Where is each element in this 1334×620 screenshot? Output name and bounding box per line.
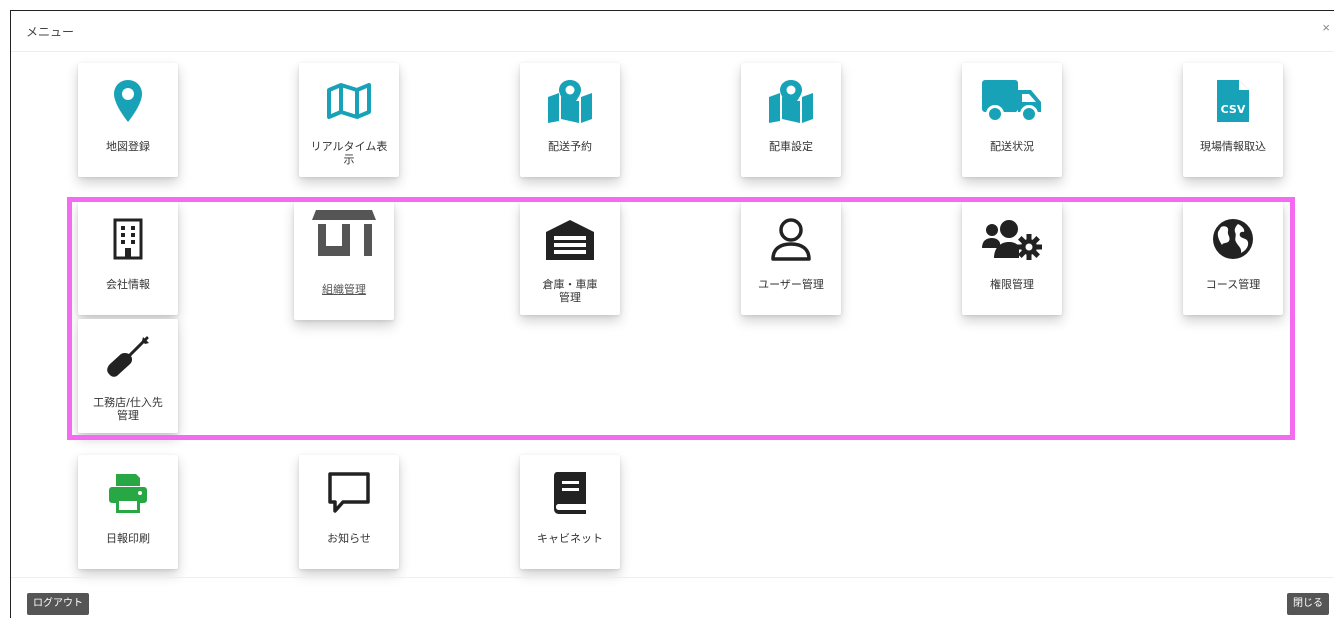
- printer-icon: [78, 469, 178, 517]
- tile-delivery-status[interactable]: 配送状況: [962, 63, 1062, 177]
- tile-site-import[interactable]: CSV 現場情報取込: [1183, 63, 1283, 177]
- tile-label: コース管理: [1205, 278, 1261, 291]
- truck-icon: [962, 77, 1062, 125]
- tile-organization[interactable]: 組織管理: [294, 201, 394, 320]
- logout-button[interactable]: ログアウト: [27, 593, 89, 615]
- modal-header: メニュー ×: [11, 11, 1334, 52]
- tile-label: 会社情報: [106, 278, 150, 291]
- close-button[interactable]: 閉じる: [1287, 593, 1329, 615]
- modal-footer: ログアウト 閉じる: [11, 577, 1334, 620]
- tile-label: 倉庫・車庫 管理: [542, 278, 598, 304]
- screwdriver-icon: [78, 333, 178, 381]
- tile-label: 地図登録: [106, 140, 150, 153]
- csv-file-icon: CSV: [1183, 77, 1283, 125]
- modal-title: メニュー: [26, 25, 75, 39]
- tile-contractor[interactable]: 工務店/仕入先 管理: [78, 319, 178, 433]
- close-icon[interactable]: ×: [1322, 21, 1330, 34]
- map-location-icon: [520, 77, 620, 125]
- tile-user-mgmt[interactable]: ユーザー管理: [741, 201, 841, 315]
- tile-permission[interactable]: 権限管理: [962, 201, 1062, 315]
- tile-warehouse[interactable]: 倉庫・車庫 管理: [520, 201, 620, 315]
- tile-label: 現場情報取込: [1200, 140, 1266, 153]
- map-location-icon: [741, 77, 841, 125]
- tile-label: 日報印刷: [106, 532, 150, 545]
- map-icon: [299, 77, 399, 125]
- user-icon: [741, 215, 841, 263]
- users-cog-icon: [962, 215, 1062, 263]
- tile-daily-report[interactable]: 日報印刷: [78, 455, 178, 569]
- menu-modal: メニュー × 地図登録 リアルタイム表 示 配送予約 配車設定 配送状況 CSV…: [10, 10, 1334, 618]
- tile-label: 配送状況: [990, 140, 1034, 153]
- tile-delivery-reservation[interactable]: 配送予約: [520, 63, 620, 177]
- building-icon: [78, 215, 178, 263]
- tile-label: 配車設定: [769, 140, 813, 153]
- store-icon: [294, 209, 394, 257]
- tile-label: リアルタイム表 示: [310, 140, 388, 166]
- tile-company-info[interactable]: 会社情報: [78, 201, 178, 315]
- tile-label: 組織管理: [322, 283, 366, 296]
- tile-vehicle-settings[interactable]: 配車設定: [741, 63, 841, 177]
- message-square-icon: [299, 469, 399, 517]
- tile-label: お知らせ: [327, 532, 371, 545]
- globe-icon: [1183, 215, 1283, 263]
- csv-badge: CSV: [1221, 103, 1246, 116]
- tile-label: キャビネット: [537, 532, 603, 545]
- tile-label: 工務店/仕入先 管理: [93, 396, 163, 422]
- highlight-frame: [67, 197, 1295, 440]
- map-marker-icon: [78, 77, 178, 125]
- tile-label: 配送予約: [548, 140, 592, 153]
- book-icon: [520, 469, 620, 517]
- tile-cabinet[interactable]: キャビネット: [520, 455, 620, 569]
- tile-realtime[interactable]: リアルタイム表 示: [299, 63, 399, 177]
- tile-label: 権限管理: [990, 278, 1034, 291]
- tile-map-register[interactable]: 地図登録: [78, 63, 178, 177]
- tile-notice[interactable]: お知らせ: [299, 455, 399, 569]
- tile-label: ユーザー管理: [758, 278, 824, 291]
- tile-course[interactable]: コース管理: [1183, 201, 1283, 315]
- warehouse-icon: [520, 215, 620, 263]
